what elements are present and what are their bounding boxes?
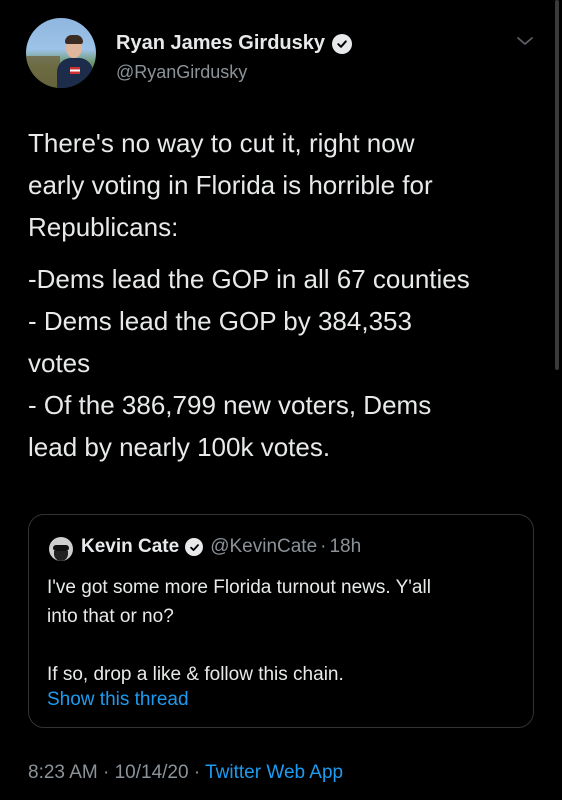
quote-line: If so, drop a like & follow this chain. — [47, 664, 344, 685]
author-avatar[interactable] — [26, 18, 96, 88]
verified-badge-icon — [185, 538, 204, 556]
author-name[interactable]: Ryan James Girdusky — [116, 32, 325, 55]
tweet-line: votes — [28, 348, 91, 378]
avatar-flag-pin — [70, 67, 80, 74]
meta-separator: · — [193, 762, 201, 783]
tweet-line: - Of the 386,799 new voters, Dems — [28, 390, 432, 420]
quote-paragraph: I've got some more Florida turnout news.… — [47, 573, 517, 631]
verified-badge-icon — [332, 33, 352, 54]
tweet-line: early voting in Florida is horrible for — [28, 170, 433, 200]
quote-author-avatar — [49, 537, 73, 561]
tweet-line: - Dems lead the GOP by 384,353 — [28, 306, 412, 336]
tweet-header: Ryan James Girdusky @RyanGirdusky — [26, 18, 546, 98]
tweet-source-link[interactable]: Twitter Web App — [205, 762, 343, 783]
scrollbar[interactable] — [555, 0, 559, 370]
chevron-down-icon[interactable] — [516, 34, 534, 52]
quote-line: into that or no? — [47, 606, 174, 627]
avatar-background — [26, 56, 60, 88]
quote-author-handle: @KevinCate — [210, 536, 318, 557]
quote-author-name: Kevin Cate — [81, 536, 180, 557]
quote-line: I've got some more Florida turnout news.… — [47, 577, 431, 598]
meta-separator: · — [103, 762, 110, 783]
tweet-paragraph: There's no way to cut it, right now earl… — [28, 122, 538, 248]
tweet-body: There's no way to cut it, right now earl… — [28, 122, 538, 468]
tweet-date[interactable]: 10/14/20 — [115, 762, 189, 783]
show-thread-link[interactable]: Show this thread — [47, 689, 189, 711]
quoted-tweet[interactable]: Kevin Cate @KevinCate · 18h I've got som… — [28, 514, 534, 728]
tweet-meta: 8:23 AM · 10/14/20 · Twitter Web App — [28, 762, 343, 784]
tweet-line: -Dems lead the GOP in all 67 counties — [28, 264, 470, 294]
tweet-line: There's no way to cut it, right now — [28, 128, 415, 158]
quote-body: I've got some more Florida turnout news.… — [47, 573, 517, 689]
tweet-line: lead by nearly 100k votes. — [28, 432, 331, 462]
tweet-time[interactable]: 8:23 AM — [28, 762, 98, 783]
quote-timestamp: 18h — [329, 536, 362, 557]
tweet-line: Republicans: — [28, 212, 179, 242]
tweet-paragraph: -Dems lead the GOP in all 67 counties - … — [28, 258, 538, 468]
author-handle[interactable]: @RyanGirdusky — [116, 62, 247, 83]
quote-separator: · — [320, 536, 327, 557]
avatar-beard — [54, 551, 68, 561]
quote-paragraph: If so, drop a like & follow this chain. — [47, 660, 517, 689]
quote-author-row: Kevin Cate @KevinCate · 18h — [81, 536, 361, 558]
avatar-hair — [65, 35, 83, 44]
author-name-row[interactable]: Ryan James Girdusky — [116, 32, 352, 55]
